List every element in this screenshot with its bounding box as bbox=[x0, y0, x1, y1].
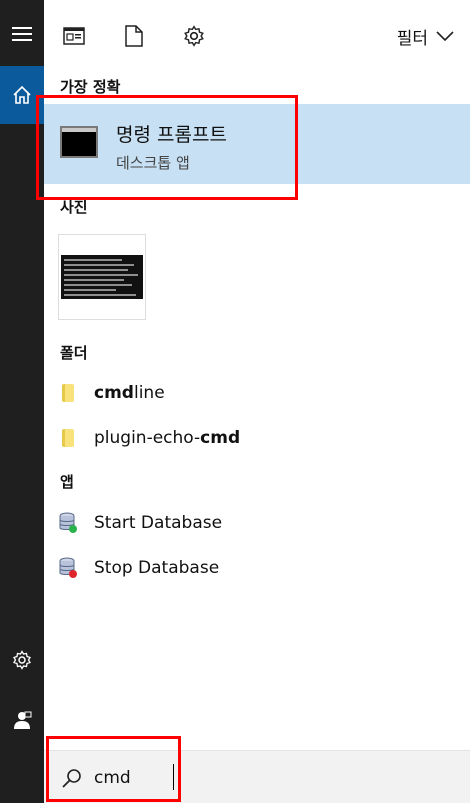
hamburger-icon[interactable] bbox=[0, 12, 44, 56]
app-label: Stop Database bbox=[94, 558, 220, 578]
database-start-icon bbox=[56, 511, 80, 535]
database-stop-icon bbox=[56, 556, 80, 580]
best-match-header: 가장 정확 bbox=[60, 78, 121, 96]
terminal-icon bbox=[60, 126, 98, 158]
folder-label: plugin-echo-cmd bbox=[94, 428, 241, 448]
best-match-title: 명령 프롬프트 bbox=[116, 124, 227, 146]
folders-header: 폴더 bbox=[60, 344, 88, 362]
filter-label: 필터 bbox=[396, 28, 428, 49]
best-match-subtitle: 데스크톱 앱 bbox=[116, 154, 190, 172]
gear-icon[interactable] bbox=[176, 18, 212, 54]
search-box bbox=[44, 750, 470, 803]
photos-header: 사진 bbox=[60, 198, 88, 216]
text-caret bbox=[173, 764, 174, 790]
folder-label: cmdline bbox=[94, 383, 165, 403]
search-icon bbox=[62, 769, 81, 788]
account-icon[interactable] bbox=[0, 698, 44, 742]
best-match-command-prompt[interactable]: 명령 프롬프트 데스크톱 앱 bbox=[44, 104, 470, 184]
folder-item-plugin-echo-cmd[interactable]: plugin-echo-cmd bbox=[56, 418, 240, 458]
search-input[interactable] bbox=[94, 763, 424, 793]
folder-icon bbox=[56, 426, 80, 450]
folder-icon bbox=[56, 381, 80, 405]
settings-gear-icon[interactable] bbox=[0, 638, 44, 682]
app-item-start-database[interactable]: Start Database bbox=[56, 503, 222, 543]
file-icon[interactable] bbox=[116, 18, 152, 54]
folder-item-cmdline[interactable]: cmdline bbox=[56, 373, 165, 413]
left-rail bbox=[0, 0, 44, 803]
top-toolbar: 필터 bbox=[44, 0, 470, 70]
chevron-down-icon bbox=[436, 31, 454, 42]
app-item-stop-database[interactable]: Stop Database bbox=[56, 548, 219, 588]
photo-thumbnail[interactable] bbox=[58, 234, 146, 320]
apps-header: 앱 bbox=[60, 473, 74, 491]
app-label: Start Database bbox=[94, 513, 223, 533]
document-view-icon[interactable] bbox=[56, 18, 92, 54]
filter-dropdown[interactable]: 필터 bbox=[397, 22, 454, 50]
home-icon[interactable] bbox=[0, 66, 44, 124]
photo-image bbox=[61, 255, 143, 299]
